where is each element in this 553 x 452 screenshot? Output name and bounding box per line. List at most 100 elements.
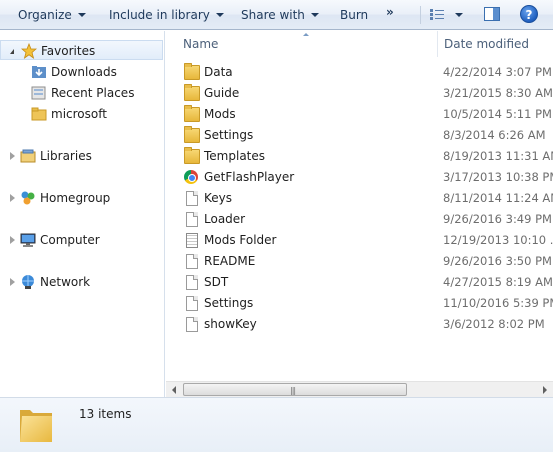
share-with-label: Share with <box>241 8 305 22</box>
downloads-folder-icon <box>32 66 46 78</box>
nav-item-computer[interactable]: Computer <box>0 230 163 250</box>
file-row[interactable]: GetFlashPlayer 3/17/2013 10:38 PM <box>166 167 553 188</box>
file-date-modified: 8/11/2014 11:24 AM <box>443 191 553 205</box>
nav-item-favorites[interactable]: Favorites <box>0 40 163 60</box>
chevron-down-icon <box>310 12 319 17</box>
folder-icon <box>20 410 52 442</box>
file-row[interactable]: showKey 3/6/2012 8:02 PM <box>166 314 553 335</box>
expand-arrow-icon[interactable] <box>10 236 15 244</box>
file-date-modified: 4/22/2014 3:07 PM <box>443 65 552 79</box>
change-view-icon[interactable] <box>430 9 444 20</box>
expand-arrow-icon[interactable] <box>10 194 15 202</box>
organize-label: Organize <box>18 8 72 22</box>
column-header-date-modified[interactable]: Date modified <box>444 37 529 51</box>
file-row[interactable]: Settings 8/3/2014 6:26 AM <box>166 125 553 146</box>
preview-pane-icon[interactable] <box>484 7 500 21</box>
file-name: Guide <box>204 86 240 100</box>
file-row[interactable]: SDT 4/27/2015 8:19 AM <box>166 272 553 293</box>
file-date-modified: 9/26/2016 3:50 PM <box>443 254 552 268</box>
file-row[interactable]: Mods 10/5/2014 5:11 PM <box>166 104 553 125</box>
file-date-modified: 8/19/2013 11:31 AM <box>443 149 553 163</box>
recent-places-icon <box>31 86 46 100</box>
nav-label: Homegroup <box>40 191 111 205</box>
computer-icon <box>20 233 36 247</box>
file-date-modified: 3/6/2012 8:02 PM <box>443 317 545 331</box>
document-icon <box>186 254 198 269</box>
nav-label: Downloads <box>51 65 117 79</box>
nav-item-downloads[interactable]: Downloads <box>0 62 163 82</box>
file-row[interactable]: Data 4/22/2014 3:07 PM <box>166 62 553 83</box>
document-icon <box>186 275 198 290</box>
folder-icon <box>184 105 200 122</box>
file-row[interactable]: Keys 8/11/2014 11:24 AM <box>166 188 553 209</box>
nav-label: Favorites <box>41 44 96 58</box>
file-row[interactable]: Settings 11/10/2016 5:39 PM <box>166 293 553 314</box>
document-icon <box>186 191 198 206</box>
network-icon <box>22 275 34 289</box>
nav-item-libraries[interactable]: Libraries <box>0 146 163 166</box>
file-name: Data <box>204 65 233 79</box>
file-date-modified: 3/21/2015 8:30 AM <box>443 86 553 100</box>
homegroup-icon <box>21 191 35 205</box>
scrollbar-thumb[interactable]: ||| <box>183 383 407 396</box>
command-bar: Organize Include in library Share with B… <box>0 0 553 30</box>
item-count: 13 items <box>79 407 132 421</box>
expand-arrow-icon[interactable] <box>10 152 15 160</box>
star-icon <box>21 43 37 59</box>
column-divider[interactable] <box>437 31 438 57</box>
expand-arrow-icon[interactable] <box>10 49 14 54</box>
nav-label: Recent Places <box>51 86 135 100</box>
sort-ascending-icon <box>303 33 309 36</box>
file-name: Mods <box>204 107 236 121</box>
organize-button[interactable]: Organize <box>18 6 86 24</box>
file-name: Loader <box>204 212 246 226</box>
grip-icon: ||| <box>290 386 296 395</box>
help-icon[interactable]: ? <box>520 5 538 23</box>
libraries-icon <box>20 149 36 163</box>
folder-icon <box>184 84 200 101</box>
folder-icon <box>31 107 47 121</box>
file-name: Mods Folder <box>204 233 277 247</box>
nav-item-microsoft[interactable]: microsoft <box>0 104 163 124</box>
file-name: Settings <box>204 296 254 310</box>
nav-label: Network <box>40 275 91 289</box>
horizontal-scrollbar[interactable]: ||| <box>166 381 553 397</box>
include-in-library-label: Include in library <box>109 8 210 22</box>
chrome-shortcut-icon <box>184 170 198 184</box>
burn-button[interactable]: Burn <box>340 6 368 24</box>
file-row[interactable]: README 9/26/2016 3:50 PM <box>166 251 553 272</box>
folder-icon <box>184 126 200 143</box>
file-name: Settings <box>204 128 254 142</box>
column-header-bar: Name Date modified <box>166 31 553 57</box>
toolbar-separator <box>420 6 421 24</box>
file-row[interactable]: Templates 8/19/2013 11:31 AM <box>166 146 553 167</box>
include-in-library-button[interactable]: Include in library <box>109 6 224 24</box>
more-commands-button[interactable]: » <box>386 5 394 19</box>
nav-label: Libraries <box>40 149 92 163</box>
file-row[interactable]: Loader 9/26/2016 3:49 PM <box>166 209 553 230</box>
scroll-left-icon[interactable] <box>172 386 176 394</box>
file-name: GetFlashPlayer <box>204 170 295 184</box>
file-name: showKey <box>204 317 257 331</box>
nav-item-recent-places[interactable]: Recent Places <box>0 83 163 103</box>
nav-item-network[interactable]: Network <box>0 272 163 292</box>
file-row[interactable]: Mods Folder 12/19/2013 10:10 ... <box>166 230 553 251</box>
burn-label: Burn <box>340 8 369 22</box>
file-date-modified: 10/5/2014 5:11 PM <box>443 107 552 121</box>
folder-icon <box>184 147 200 164</box>
file-row[interactable]: Guide 3/21/2015 8:30 AM <box>166 83 553 104</box>
file-date-modified: 12/19/2013 10:10 ... <box>443 233 553 247</box>
share-with-button[interactable]: Share with <box>241 6 319 24</box>
view-options-dropdown[interactable] <box>455 13 463 17</box>
details-pane: 13 items <box>0 397 553 452</box>
file-name: SDT <box>204 275 229 289</box>
expand-arrow-icon[interactable] <box>10 278 15 286</box>
file-date-modified: 11/10/2016 5:39 PM <box>443 296 553 310</box>
column-header-name[interactable]: Name <box>183 37 218 51</box>
document-icon <box>186 296 198 311</box>
file-name: Keys <box>204 191 233 205</box>
nav-item-homegroup[interactable]: Homegroup <box>0 188 163 208</box>
scroll-right-icon[interactable] <box>543 386 547 394</box>
chevron-down-icon <box>215 12 224 17</box>
image-file-icon <box>186 233 198 248</box>
